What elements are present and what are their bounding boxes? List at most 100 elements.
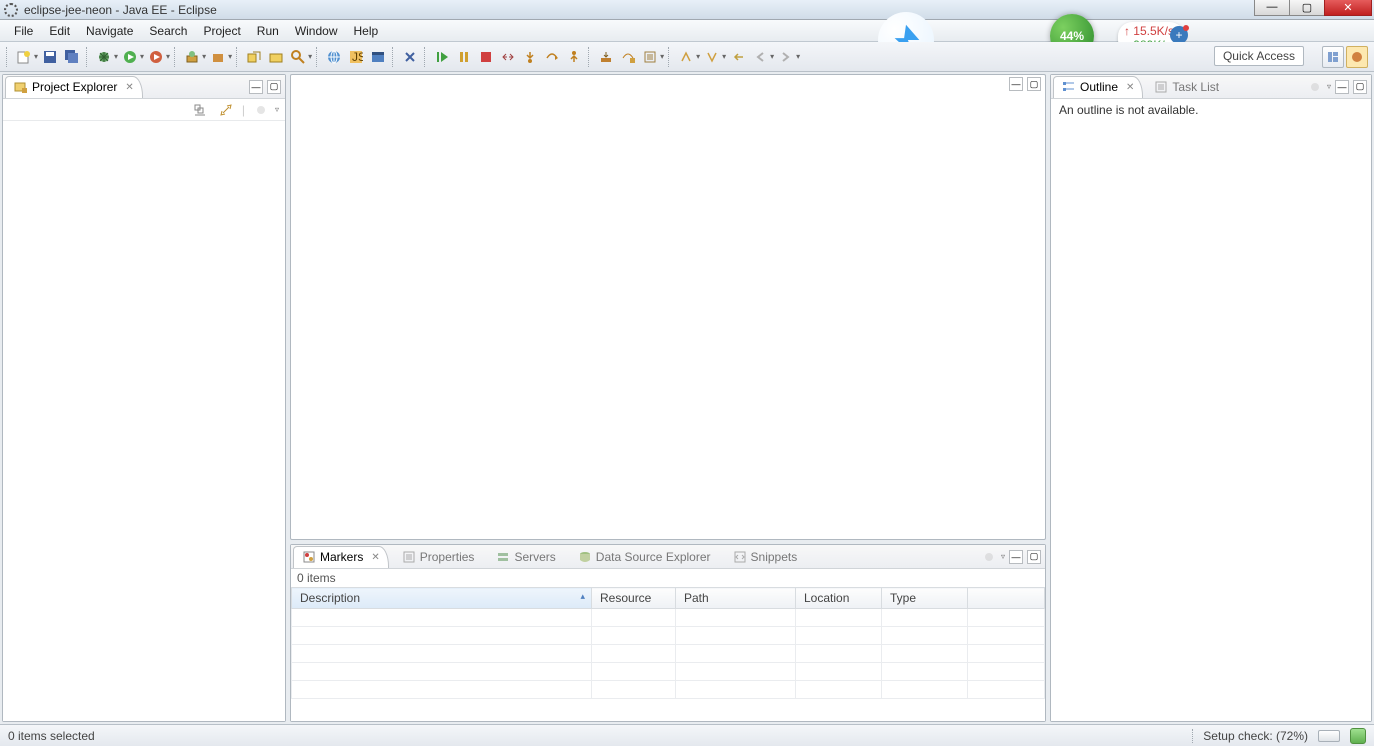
col-resource[interactable]: Resource [592, 588, 676, 609]
minimize-view-button[interactable]: — [249, 80, 263, 94]
project-explorer-body[interactable] [3, 121, 285, 721]
dropdown-icon[interactable]: ▾ [34, 52, 38, 61]
table-row[interactable] [292, 645, 1045, 663]
editor-area[interactable]: — ▢ [290, 74, 1046, 540]
open-perspective-button[interactable] [1322, 46, 1344, 68]
dropdown-icon[interactable]: ▾ [114, 52, 118, 61]
properties-tab[interactable]: Properties [393, 546, 484, 568]
new-server-button[interactable] [182, 47, 202, 67]
dropdown-icon[interactable]: ▾ [228, 52, 232, 61]
dropdown-icon[interactable]: ▾ [166, 52, 170, 61]
minimize-editor-button[interactable]: — [1009, 77, 1023, 91]
web-browser-button[interactable] [324, 47, 344, 67]
col-type[interactable]: Type [882, 588, 968, 609]
menu-project[interactable]: Project [195, 22, 248, 40]
javaee-perspective-button[interactable] [1346, 46, 1368, 68]
col-path[interactable]: Path [676, 588, 796, 609]
link-with-editor-button[interactable] [216, 100, 236, 120]
dropdown-icon[interactable]: ▾ [140, 52, 144, 61]
progress-icon[interactable] [1318, 730, 1340, 742]
disconnect-button[interactable] [498, 47, 518, 67]
snippets-tab[interactable]: Snippets [724, 546, 807, 568]
focus-task-button[interactable] [1305, 77, 1325, 97]
minimize-view-button[interactable]: — [1009, 550, 1023, 564]
maximize-button[interactable]: ▢ [1289, 0, 1325, 16]
suspend-button[interactable] [454, 47, 474, 67]
markers-icon [302, 550, 316, 564]
step-into-button[interactable] [520, 47, 540, 67]
search-button[interactable] [288, 47, 308, 67]
data-source-explorer-tab[interactable]: Data Source Explorer [569, 546, 720, 568]
close-icon[interactable]: ✕ [125, 82, 133, 93]
table-row[interactable] [292, 663, 1045, 681]
forward-button[interactable] [776, 47, 796, 67]
console-button[interactable] [368, 47, 388, 67]
new-package-button[interactable] [208, 47, 228, 67]
step-filters-config-button[interactable] [640, 47, 660, 67]
dropdown-icon[interactable]: ▾ [770, 52, 774, 61]
collapse-all-button[interactable] [190, 100, 210, 120]
save-all-button[interactable] [62, 47, 82, 67]
menu-window[interactable]: Window [287, 22, 346, 40]
close-icon[interactable]: ✕ [1126, 82, 1134, 93]
view-menu-button[interactable]: ▿ [1001, 552, 1005, 561]
view-menu-button[interactable]: ▿ [1327, 82, 1331, 91]
table-row[interactable] [292, 627, 1045, 645]
markers-tab[interactable]: Markers ✕ [293, 546, 389, 568]
open-task-button[interactable] [266, 47, 286, 67]
col-description[interactable]: Description [292, 588, 592, 609]
menu-edit[interactable]: Edit [41, 22, 78, 40]
col-location[interactable]: Location [796, 588, 882, 609]
dropdown-icon[interactable]: ▾ [722, 52, 726, 61]
view-menu-button[interactable]: ▿ [275, 105, 279, 114]
servers-tab[interactable]: Servers [487, 546, 564, 568]
open-type-button[interactable] [244, 47, 264, 67]
drop-to-frame-button[interactable] [596, 47, 616, 67]
dropdown-icon[interactable]: ▾ [202, 52, 206, 61]
jsp-button[interactable]: JS [346, 47, 366, 67]
terminate-button[interactable] [476, 47, 496, 67]
back-button[interactable] [750, 47, 770, 67]
dropdown-icon[interactable]: ▾ [796, 52, 800, 61]
focus-task-button[interactable] [979, 547, 999, 567]
markers-table[interactable]: Description Resource Path Location Type [291, 587, 1045, 721]
outline-tab[interactable]: Outline ✕ [1053, 76, 1143, 98]
dropdown-icon[interactable]: ▾ [696, 52, 700, 61]
next-annotation-button[interactable] [702, 47, 722, 67]
project-explorer-tab[interactable]: Project Explorer ✕ [5, 76, 143, 98]
step-return-button[interactable] [564, 47, 584, 67]
maximize-view-button[interactable]: ▢ [1353, 80, 1367, 94]
task-list-tab[interactable]: Task List [1145, 76, 1228, 98]
maximize-view-button[interactable]: ▢ [1027, 550, 1041, 564]
close-icon[interactable]: ✕ [371, 552, 379, 563]
save-button[interactable] [40, 47, 60, 67]
menu-file[interactable]: File [6, 22, 41, 40]
close-button[interactable]: ✕ [1324, 0, 1372, 16]
table-row[interactable] [292, 681, 1045, 699]
maximize-editor-button[interactable]: ▢ [1027, 77, 1041, 91]
last-edit-location-button[interactable] [728, 47, 748, 67]
menu-run[interactable]: Run [249, 22, 287, 40]
dropdown-icon[interactable]: ▾ [660, 52, 664, 61]
step-over-button[interactable] [542, 47, 562, 67]
resume-button[interactable] [432, 47, 452, 67]
use-step-filters-button[interactable] [618, 47, 638, 67]
maximize-view-button[interactable]: ▢ [267, 80, 281, 94]
table-row[interactable] [292, 609, 1045, 627]
minimize-button[interactable]: — [1254, 0, 1290, 16]
menu-navigate[interactable]: Navigate [78, 22, 141, 40]
run-button[interactable] [120, 47, 140, 67]
new-button[interactable] [14, 47, 34, 67]
menu-help[interactable]: Help [346, 22, 387, 40]
minimize-view-button[interactable]: — [1335, 80, 1349, 94]
trim-stack-icon[interactable] [1350, 728, 1366, 744]
toggle-breakpoint-button[interactable] [400, 47, 420, 67]
menu-search[interactable]: Search [141, 22, 195, 40]
dropdown-icon[interactable]: ▾ [308, 52, 312, 61]
debug-button[interactable] [94, 47, 114, 67]
focus-task-button[interactable] [251, 100, 271, 120]
servers-tab-label: Servers [514, 550, 555, 564]
quick-access-field[interactable]: Quick Access [1214, 46, 1304, 66]
run-last-button[interactable] [146, 47, 166, 67]
previous-annotation-button[interactable] [676, 47, 696, 67]
